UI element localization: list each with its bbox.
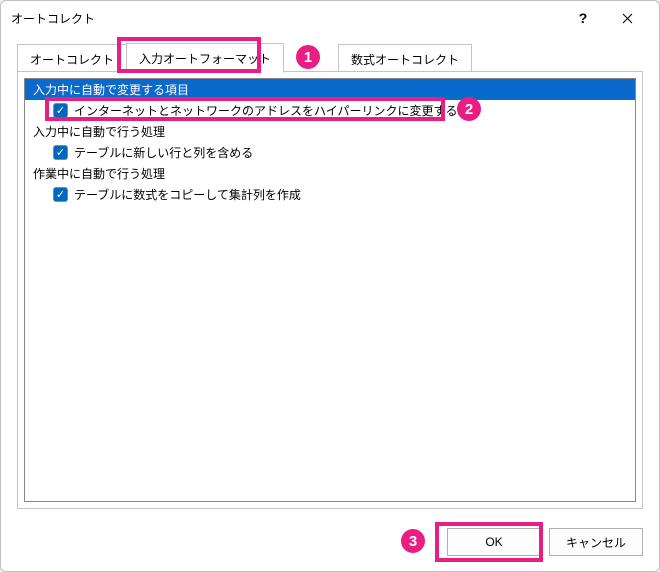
content-area: オートコレクト 入力オートフォーマット 1 数式オートコレクト 入力中に自動で変… [1, 35, 659, 513]
tab-autoformat[interactable]: 入力オートフォーマット [126, 43, 284, 73]
group-header-working-process: 作業中に自動で行う処理 [25, 163, 635, 184]
checkbox-icon: ✓ [53, 145, 68, 160]
dialog-footer: 3 OK キャンセル [1, 513, 659, 571]
checkbox-icon: ✓ [53, 103, 68, 118]
option-table-rows-cols[interactable]: ✓ テーブルに新しい行と列を含める [25, 142, 635, 163]
option-table-formulas[interactable]: ✓ テーブルに数式をコピーして集計列を作成 [25, 184, 635, 205]
close-icon [622, 13, 633, 24]
group-header-autotype-process: 入力中に自動で行う処理 [25, 121, 635, 142]
callout-badge-1: 1 [296, 45, 320, 69]
options-pane: 入力中に自動で変更する項目 ✓ インターネットとネットワークのアドレスをハイパー… [17, 71, 643, 509]
checkbox-icon: ✓ [53, 187, 68, 202]
window-title: オートコレクト [11, 10, 561, 27]
ok-button[interactable]: OK [447, 528, 541, 556]
option-label: インターネットとネットワークのアドレスをハイパーリンクに変更する [74, 102, 458, 119]
option-label: テーブルに数式をコピーして集計列を作成 [74, 186, 301, 203]
group-header-autotype-change: 入力中に自動で変更する項目 [25, 79, 635, 100]
cancel-button[interactable]: キャンセル [549, 528, 643, 556]
callout-badge-3: 3 [401, 529, 425, 553]
tab-strip: オートコレクト 入力オートフォーマット 1 数式オートコレクト [17, 43, 643, 71]
close-button[interactable] [605, 3, 649, 33]
titlebar: オートコレクト ? [1, 1, 659, 35]
options-list: 入力中に自動で変更する項目 ✓ インターネットとネットワークのアドレスをハイパー… [24, 78, 636, 502]
tab-autocorrect[interactable]: オートコレクト [17, 44, 126, 73]
tab-math-autocorrect[interactable]: 数式オートコレクト [338, 44, 472, 73]
option-hyperlinks[interactable]: ✓ インターネットとネットワークのアドレスをハイパーリンクに変更する [25, 100, 635, 121]
help-button[interactable]: ? [561, 3, 605, 33]
callout-badge-2: 2 [457, 97, 481, 121]
option-label: テーブルに新しい行と列を含める [74, 144, 253, 161]
autocorrect-dialog: オートコレクト ? オートコレクト 入力オートフォーマット 1 数式オートコレク… [0, 0, 660, 572]
